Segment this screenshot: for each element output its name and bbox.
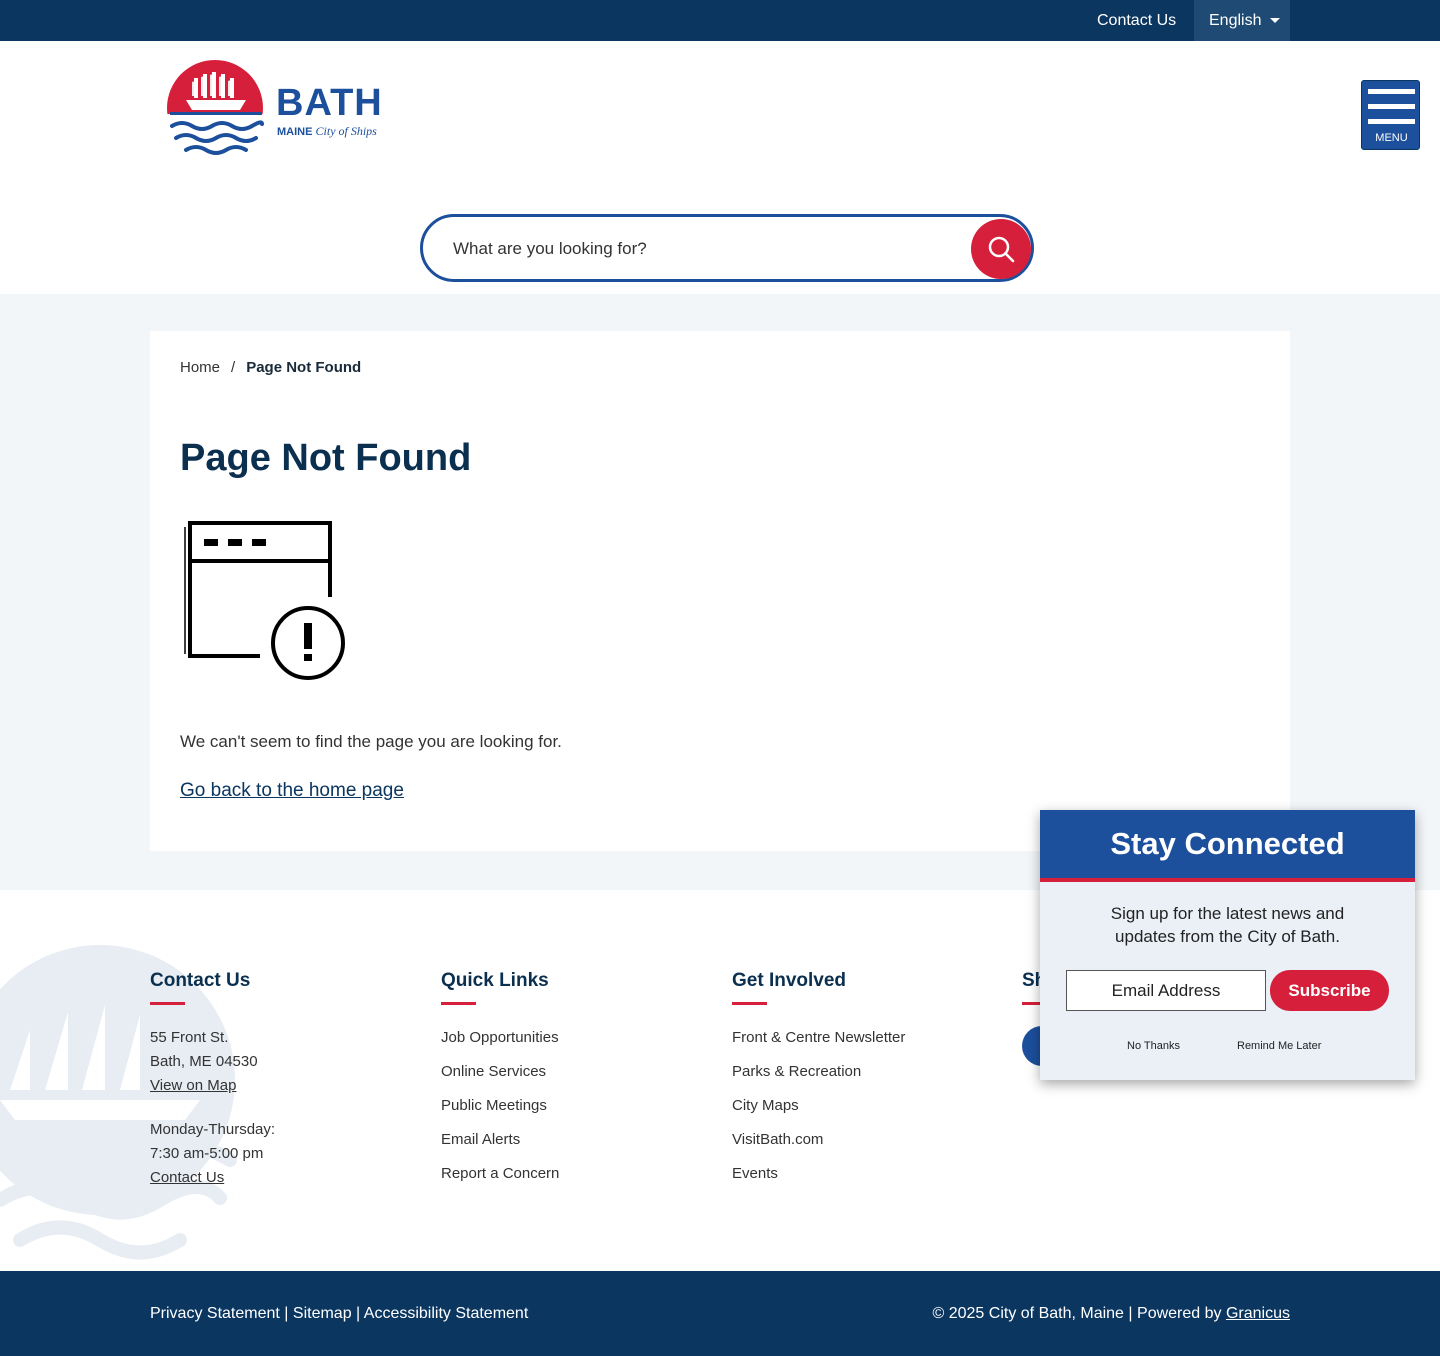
search-input[interactable] [453, 235, 953, 263]
quick-link[interactable]: Online Services [441, 1063, 546, 1080]
logo-tagline: City of Ships [315, 124, 377, 138]
quick-link[interactable]: Job Opportunities [441, 1029, 559, 1046]
quick-links-heading: Quick Links [441, 970, 549, 991]
home-page-link[interactable]: Go back to the home page [180, 780, 404, 802]
view-on-map-link[interactable]: View on Map [150, 1077, 236, 1094]
involved-link[interactable]: City Maps [732, 1097, 799, 1114]
divider: | [284, 1305, 289, 1322]
footer-quick-links: Quick Links Job Opportunities Online Ser… [441, 970, 559, 1182]
popup-title: Stay Connected [1110, 826, 1345, 861]
hours-days: Monday-Thursday: [150, 1121, 276, 1138]
heading-rule [150, 1002, 185, 1005]
footer-contact-link[interactable]: Contact Us [150, 1169, 224, 1186]
footer-get-involved: Get Involved Front & Centre Newsletter P… [732, 970, 905, 1182]
logo-subtitle: MAINE City of Ships [277, 124, 377, 139]
footer-contact: Contact Us 55 Front St. Bath, ME 04530 V… [150, 970, 275, 1186]
subscribe-button[interactable]: Subscribe [1270, 970, 1389, 1011]
email-field[interactable] [1066, 970, 1266, 1011]
powered-by-text: Powered by [1137, 1305, 1222, 1322]
breadcrumb-home[interactable]: Home [180, 359, 220, 376]
search-icon [988, 236, 1015, 263]
logo-state: MAINE [277, 126, 313, 138]
get-involved-heading: Get Involved [732, 970, 847, 991]
quick-link[interactable]: Email Alerts [441, 1131, 520, 1148]
copyright-text: © 2025 City of Bath, Maine [932, 1305, 1124, 1322]
popup-body-line: Sign up for the latest news and [1110, 904, 1345, 923]
divider: | [356, 1305, 361, 1322]
page-title: Page Not Found [180, 437, 472, 479]
site-search [420, 214, 1034, 282]
no-thanks-link[interactable]: No Thanks [1127, 1040, 1180, 1052]
address-street: 55 Front St. [150, 1029, 229, 1046]
footer-contact-heading: Contact Us [150, 970, 251, 991]
divider: | [1128, 1305, 1133, 1322]
utility-bar: Contact Us English [0, 0, 1440, 41]
privacy-link[interactable]: Privacy Statement [150, 1305, 280, 1322]
quick-link[interactable]: Report a Concern [441, 1165, 559, 1182]
heading-rule [732, 1002, 767, 1005]
hamburger-icon [1368, 89, 1415, 94]
involved-link[interactable]: Events [732, 1165, 778, 1182]
hours-time: 7:30 am-5:00 pm [150, 1145, 264, 1162]
hamburger-icon [1368, 104, 1415, 109]
legal-links: Privacy Statement | Sitemap | Accessibil… [150, 1305, 528, 1323]
stay-connected-popup: Stay Connected Sign up for the latest ne… [1040, 810, 1415, 1080]
not-found-message: We can't seem to find the page you are l… [180, 732, 562, 751]
chevron-down-icon [1270, 18, 1280, 23]
main-menu-button[interactable]: MENU [1361, 80, 1420, 150]
menu-label: MENU [1375, 132, 1408, 144]
hamburger-icon [1368, 119, 1415, 124]
popup-header: Stay Connected [1040, 810, 1415, 882]
popup-body: Sign up for the latest news and updates … [1040, 902, 1415, 948]
sitemap-link[interactable]: Sitemap [293, 1305, 352, 1322]
heading-rule [441, 1002, 476, 1005]
site-logo[interactable]: BATH MAINE City of Ships [164, 60, 384, 164]
ship-sun-logo-icon [164, 60, 268, 164]
granicus-link[interactable]: Granicus [1226, 1305, 1290, 1322]
language-select[interactable]: English [1194, 0, 1290, 41]
address-city: Bath, ME 04530 [150, 1053, 258, 1070]
involved-link[interactable]: VisitBath.com [732, 1131, 823, 1148]
involved-link[interactable]: Front & Centre Newsletter [732, 1029, 905, 1046]
involved-link[interactable]: Parks & Recreation [732, 1063, 861, 1080]
language-label: English [1209, 12, 1262, 29]
logo-wordmark: BATH [276, 82, 383, 124]
breadcrumb-separator: / [231, 359, 236, 376]
quick-link[interactable]: Public Meetings [441, 1097, 547, 1114]
content-card: Home / Page Not Found Page Not Found We ca… [150, 331, 1290, 851]
browser-error-icon [184, 521, 345, 680]
accessibility-link[interactable]: Accessibility Statement [364, 1305, 529, 1322]
copyright: © 2025 City of Bath, Maine | Powered by … [933, 1305, 1291, 1323]
bottom-bar: Privacy Statement | Sitemap | Accessibil… [0, 1271, 1440, 1356]
popup-body-line: updates from the City of Bath. [1115, 927, 1340, 946]
top-contact-link[interactable]: Contact Us [1097, 12, 1176, 30]
search-button[interactable] [971, 219, 1031, 279]
remind-later-link[interactable]: Remind Me Later [1237, 1040, 1321, 1052]
breadcrumb-current: Page Not Found [246, 359, 362, 376]
breadcrumb: Home / Page Not Found [180, 359, 361, 376]
